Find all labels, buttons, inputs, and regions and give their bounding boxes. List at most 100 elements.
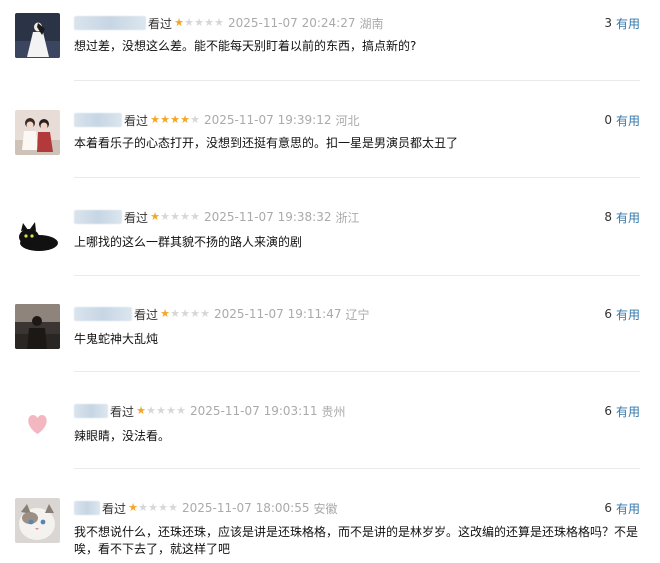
star-empty-icon: ★ bbox=[156, 404, 166, 417]
watched-label: 看过 bbox=[124, 210, 149, 225]
avatar[interactable] bbox=[15, 304, 60, 349]
star-empty-icon: ★ bbox=[194, 16, 204, 29]
white-dress-figure-icon bbox=[15, 13, 60, 58]
avatar[interactable] bbox=[15, 110, 60, 155]
avatar[interactable] bbox=[15, 401, 60, 446]
star-filled-icon: ★ bbox=[170, 113, 180, 126]
star-filled-icon: ★ bbox=[150, 210, 160, 223]
review-content: 上哪找的这么一群其貌不扬的路人来演的剧 bbox=[74, 235, 303, 249]
review-content: 本着看乐子的心态打开，没想到还挺有意思的。扣一星是男演员都太丑了 bbox=[74, 136, 459, 150]
star-empty-icon: ★ bbox=[180, 307, 190, 320]
useful-count: 6 bbox=[604, 307, 612, 321]
username-masked[interactable] bbox=[74, 210, 122, 224]
review-content: 我不想说什么，还珠还珠，应该是讲是还珠格格，而不是讲的是林岁岁。这改编的还算是还… bbox=[74, 525, 639, 556]
useful-count: 6 bbox=[604, 501, 612, 515]
star-empty-icon: ★ bbox=[214, 16, 224, 29]
divider bbox=[74, 80, 640, 81]
rating-stars: ★ ★ ★ ★ ★ bbox=[174, 17, 224, 29]
useful-link[interactable]: 有用 bbox=[616, 403, 640, 420]
watched-label: 看过 bbox=[110, 404, 135, 419]
star-empty-icon: ★ bbox=[158, 501, 168, 514]
useful-link[interactable]: 有用 bbox=[616, 112, 640, 129]
watched-label: 看过 bbox=[148, 16, 173, 31]
avatar[interactable] bbox=[15, 13, 60, 58]
rating-stars: ★ ★ ★ ★ ★ bbox=[160, 308, 210, 320]
star-empty-icon: ★ bbox=[184, 16, 194, 29]
review-time: 2025-11-07 19:11:47 bbox=[214, 307, 342, 321]
star-filled-icon: ★ bbox=[136, 404, 146, 417]
star-empty-icon: ★ bbox=[166, 404, 176, 417]
review-time: 2025-11-07 19:38:32 bbox=[204, 210, 332, 224]
rating-stars: ★ ★ ★ ★ ★ bbox=[150, 114, 200, 126]
useful-count: 0 bbox=[604, 113, 612, 127]
couple-photo-icon bbox=[15, 110, 60, 155]
useful-vote[interactable]: 6 有用 bbox=[604, 402, 640, 420]
review-time: 2025-11-07 20:24:27 bbox=[228, 16, 356, 30]
divider bbox=[74, 177, 640, 178]
star-empty-icon: ★ bbox=[170, 307, 180, 320]
useful-count: 8 bbox=[604, 210, 612, 224]
star-empty-icon: ★ bbox=[148, 501, 158, 514]
useful-link[interactable]: 有用 bbox=[616, 209, 640, 226]
review-meta: 看过 ★ ★ ★ ★ ★ 2025-11-07 19:11:47 辽宁 bbox=[74, 305, 369, 323]
star-filled-icon: ★ bbox=[160, 307, 170, 320]
star-empty-icon: ★ bbox=[160, 210, 170, 223]
review-location: 贵州 bbox=[321, 404, 346, 419]
star-filled-icon: ★ bbox=[180, 113, 190, 126]
fluffy-cat-icon bbox=[15, 498, 60, 543]
star-filled-icon: ★ bbox=[128, 501, 138, 514]
star-filled-icon: ★ bbox=[160, 113, 170, 126]
dark-silhouette-icon bbox=[15, 304, 60, 349]
useful-vote[interactable]: 3 有用 bbox=[604, 14, 640, 32]
pink-heart-icon bbox=[15, 401, 60, 446]
divider bbox=[74, 275, 640, 276]
star-empty-icon: ★ bbox=[170, 210, 180, 223]
review-time: 2025-11-07 18:00:55 bbox=[182, 501, 310, 515]
star-empty-icon: ★ bbox=[190, 307, 200, 320]
review-location: 安徽 bbox=[313, 501, 338, 516]
star-empty-icon: ★ bbox=[204, 16, 214, 29]
rating-stars: ★ ★ ★ ★ ★ bbox=[128, 502, 178, 514]
review-content: 牛鬼蛇神大乱炖 bbox=[74, 332, 159, 346]
username-masked[interactable] bbox=[74, 16, 146, 30]
useful-vote[interactable]: 8 有用 bbox=[604, 208, 640, 226]
username-masked[interactable] bbox=[74, 307, 132, 321]
rating-stars: ★ ★ ★ ★ ★ bbox=[150, 211, 200, 223]
useful-count: 6 bbox=[604, 404, 612, 418]
useful-link[interactable]: 有用 bbox=[616, 306, 640, 323]
rating-stars: ★ ★ ★ ★ ★ bbox=[136, 405, 186, 417]
useful-count: 3 bbox=[604, 16, 612, 30]
star-empty-icon: ★ bbox=[138, 501, 148, 514]
review-time: 2025-11-07 19:03:11 bbox=[190, 404, 318, 418]
useful-vote[interactable]: 0 有用 bbox=[604, 111, 640, 129]
useful-vote[interactable]: 6 有用 bbox=[604, 499, 640, 517]
review-content: 辣眼睛，没法看。 bbox=[74, 429, 171, 443]
review-meta: 看过 ★ ★ ★ ★ ★ 2025-11-07 19:03:11 贵州 bbox=[74, 402, 345, 420]
useful-link[interactable]: 有用 bbox=[616, 15, 640, 32]
star-empty-icon: ★ bbox=[190, 113, 200, 126]
black-cat-icon bbox=[15, 207, 60, 252]
star-filled-icon: ★ bbox=[150, 113, 160, 126]
review-content: 想过差，没想这么差。能不能每天别盯着以前的东西，搞点新的? bbox=[74, 39, 417, 53]
star-empty-icon: ★ bbox=[176, 404, 186, 417]
useful-vote[interactable]: 6 有用 bbox=[604, 305, 640, 323]
star-empty-icon: ★ bbox=[190, 210, 200, 223]
avatar[interactable] bbox=[15, 207, 60, 252]
review-time: 2025-11-07 19:39:12 bbox=[204, 113, 332, 127]
username-masked[interactable] bbox=[74, 113, 122, 127]
review-location: 湖南 bbox=[359, 16, 384, 31]
avatar[interactable] bbox=[15, 498, 60, 543]
review-meta: 看过 ★ ★ ★ ★ ★ 2025-11-07 19:39:12 河北 bbox=[74, 111, 359, 129]
divider bbox=[74, 468, 640, 469]
review-meta: 看过 ★ ★ ★ ★ ★ 2025-11-07 18:00:55 安徽 bbox=[74, 499, 337, 517]
review-location: 辽宁 bbox=[345, 307, 370, 322]
watched-label: 看过 bbox=[102, 501, 127, 516]
watched-label: 看过 bbox=[124, 113, 149, 128]
star-empty-icon: ★ bbox=[200, 307, 210, 320]
username-masked[interactable] bbox=[74, 404, 108, 418]
useful-link[interactable]: 有用 bbox=[616, 500, 640, 517]
star-empty-icon: ★ bbox=[180, 210, 190, 223]
star-filled-icon: ★ bbox=[174, 16, 184, 29]
username-masked[interactable] bbox=[74, 501, 100, 515]
watched-label: 看过 bbox=[134, 307, 159, 322]
